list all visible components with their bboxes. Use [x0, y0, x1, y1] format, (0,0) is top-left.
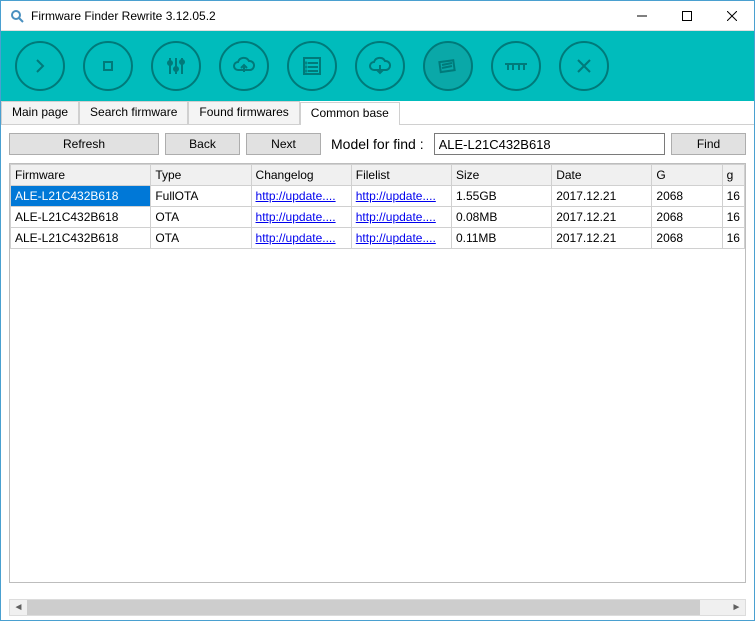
col-g-upper[interactable]: G — [652, 165, 722, 186]
cell-g2[interactable]: 16 — [722, 228, 744, 249]
tabbar: Main page Search firmware Found firmware… — [1, 101, 754, 125]
cell-g2[interactable]: 16 — [722, 207, 744, 228]
tab-search-firmware[interactable]: Search firmware — [79, 101, 188, 124]
cell-size[interactable]: 0.08MB — [451, 207, 551, 228]
find-button[interactable]: Find — [671, 133, 746, 155]
changelog-link[interactable]: http://update.... — [256, 231, 336, 245]
cell-firmware[interactable]: ALE-L21C432B618 — [11, 186, 151, 207]
filelist-link[interactable]: http://update.... — [356, 210, 436, 224]
cell-g1[interactable]: 2068 — [652, 207, 722, 228]
app-icon — [9, 8, 25, 24]
cell-changelog[interactable]: http://update.... — [251, 207, 351, 228]
cell-firmware[interactable]: ALE-L21C432B618 — [11, 228, 151, 249]
toolbar-cloud-upload-button[interactable] — [219, 41, 269, 91]
col-date[interactable]: Date — [552, 165, 652, 186]
toolbar-settings-button[interactable] — [151, 41, 201, 91]
maximize-button[interactable] — [664, 1, 709, 31]
toolbar-cloud-download-button[interactable] — [355, 41, 405, 91]
window-title: Firmware Finder Rewrite 3.12.05.2 — [31, 9, 619, 23]
table-row[interactable]: ALE-L21C432B618 OTA http://update.... ht… — [11, 207, 745, 228]
scroll-right-arrow[interactable]: ► — [728, 600, 745, 615]
model-label: Model for find : — [331, 136, 424, 152]
tab-common-base[interactable]: Common base — [300, 102, 400, 125]
model-input[interactable] — [434, 133, 665, 155]
tab-found-firmwares[interactable]: Found firmwares — [188, 101, 299, 124]
back-button[interactable]: Back — [165, 133, 240, 155]
toolbar-stop-button[interactable] — [83, 41, 133, 91]
changelog-link[interactable]: http://update.... — [256, 210, 336, 224]
tab-main-page[interactable]: Main page — [1, 101, 79, 124]
scroll-left-arrow[interactable]: ◄ — [10, 600, 27, 615]
toolbar — [1, 31, 754, 101]
scroll-thumb[interactable] — [27, 600, 700, 615]
toolbar-close-button[interactable] — [559, 41, 609, 91]
cell-changelog[interactable]: http://update.... — [251, 186, 351, 207]
cell-firmware[interactable]: ALE-L21C432B618 — [11, 207, 151, 228]
toolbar-forward-button[interactable] — [15, 41, 65, 91]
table-row[interactable]: ALE-L21C432B618 FullOTA http://update...… — [11, 186, 745, 207]
cell-date[interactable]: 2017.12.21 — [552, 186, 652, 207]
col-firmware[interactable]: Firmware — [11, 165, 151, 186]
scroll-track[interactable] — [27, 600, 728, 615]
titlebar: Firmware Finder Rewrite 3.12.05.2 — [1, 1, 754, 31]
refresh-button[interactable]: Refresh — [9, 133, 159, 155]
horizontal-scrollbar[interactable]: ◄ ► — [9, 599, 746, 616]
table-row[interactable]: ALE-L21C432B618 OTA http://update.... ht… — [11, 228, 745, 249]
cell-type[interactable]: FullOTA — [151, 186, 251, 207]
toolbar-bridge-button[interactable] — [491, 41, 541, 91]
col-changelog[interactable]: Changelog — [251, 165, 351, 186]
table-header-row: Firmware Type Changelog Filelist Size Da… — [11, 165, 745, 186]
close-button[interactable] — [709, 1, 754, 31]
filelist-link[interactable]: http://update.... — [356, 231, 436, 245]
results-grid[interactable]: Firmware Type Changelog Filelist Size Da… — [9, 163, 746, 583]
cell-g2[interactable]: 16 — [722, 186, 744, 207]
cell-type[interactable]: OTA — [151, 228, 251, 249]
cell-g1[interactable]: 2068 — [652, 186, 722, 207]
controls-row: Refresh Back Next Model for find : Find — [1, 125, 754, 163]
cell-date[interactable]: 2017.12.21 — [552, 207, 652, 228]
cell-filelist[interactable]: http://update.... — [351, 207, 451, 228]
col-size[interactable]: Size — [451, 165, 551, 186]
cell-type[interactable]: OTA — [151, 207, 251, 228]
changelog-link[interactable]: http://update.... — [256, 189, 336, 203]
filelist-link[interactable]: http://update.... — [356, 189, 436, 203]
cell-g1[interactable]: 2068 — [652, 228, 722, 249]
minimize-button[interactable] — [619, 1, 664, 31]
toolbar-firmware-button[interactable] — [423, 41, 473, 91]
cell-changelog[interactable]: http://update.... — [251, 228, 351, 249]
toolbar-list-button[interactable] — [287, 41, 337, 91]
cell-filelist[interactable]: http://update.... — [351, 186, 451, 207]
cell-filelist[interactable]: http://update.... — [351, 228, 451, 249]
cell-size[interactable]: 0.11MB — [451, 228, 551, 249]
col-type[interactable]: Type — [151, 165, 251, 186]
next-button[interactable]: Next — [246, 133, 321, 155]
cell-date[interactable]: 2017.12.21 — [552, 228, 652, 249]
col-g-lower[interactable]: g — [722, 165, 744, 186]
col-filelist[interactable]: Filelist — [351, 165, 451, 186]
cell-size[interactable]: 1.55GB — [451, 186, 551, 207]
window-controls — [619, 1, 754, 31]
